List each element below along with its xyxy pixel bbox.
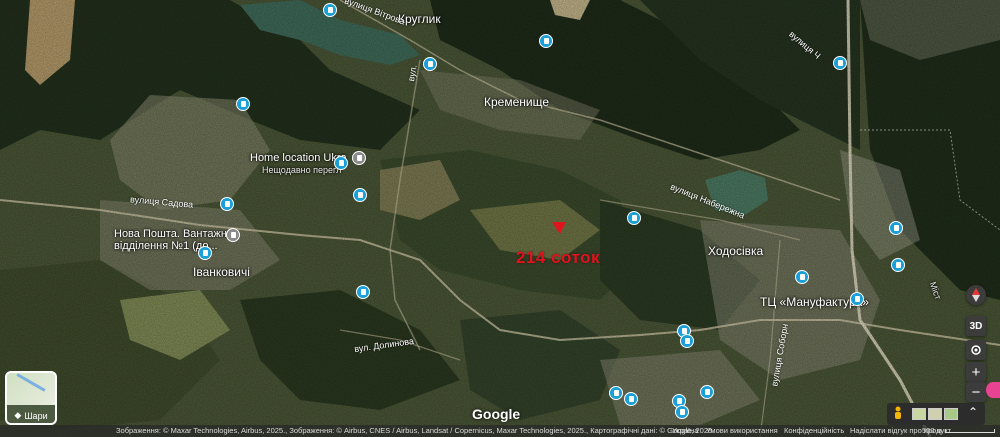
place-label-home-location[interactable]: Home location Ukra (250, 152, 347, 164)
compass-icon[interactable] (966, 285, 986, 305)
pegman-icon[interactable] (893, 406, 903, 422)
map-pin[interactable] (627, 211, 641, 225)
map-pin[interactable] (323, 3, 337, 17)
layers-icon: ◆ (14, 410, 22, 420)
expand-chevron-icon[interactable]: ⌃ (968, 405, 978, 419)
map-pin[interactable] (539, 34, 553, 48)
place-label-ivankovychi[interactable]: Іванковичі (193, 266, 250, 278)
place-label-kremenyshche[interactable]: Кременище (484, 96, 549, 108)
home-location-pin[interactable] (352, 151, 366, 165)
place-label-nova-poshta-1[interactable]: Нова Пошта. Вантажне (114, 228, 233, 240)
map-pin[interactable] (700, 385, 714, 399)
imagery-thumb-2[interactable] (928, 408, 942, 420)
plot-area-label: 214 соток (516, 248, 600, 267)
attribution-text: Зображення: © Maxar Technologies, Airbus… (116, 426, 715, 435)
map-pin[interactable] (675, 405, 689, 419)
map-pin[interactable] (609, 386, 623, 400)
map-pin[interactable] (356, 285, 370, 299)
map-pin[interactable] (891, 258, 905, 272)
imagery-thumb-3[interactable] (944, 408, 958, 420)
zoom-in-button[interactable]: + (966, 362, 986, 382)
map-pin[interactable] (423, 57, 437, 71)
layers-thumbnail (7, 373, 55, 407)
map-pin[interactable] (795, 270, 809, 284)
map-pin[interactable] (624, 392, 638, 406)
place-sublabel-recently-viewed: Нещодавно перегл (262, 165, 342, 175)
map-pin[interactable] (353, 188, 367, 202)
side-panel-tab[interactable] (986, 382, 1000, 398)
locate-icon[interactable] (966, 340, 986, 360)
map-pin[interactable] (236, 97, 250, 111)
map-pin[interactable] (889, 221, 903, 235)
place-label-khodosivka[interactable]: Ходосівка (708, 245, 763, 257)
scale-label[interactable]: 500 м (922, 425, 942, 437)
imagery-thumb-1[interactable] (912, 408, 926, 420)
layers-label: Шари (24, 410, 48, 421)
map-pin[interactable] (833, 56, 847, 70)
attribution-bar: Зображення: © Maxar Technologies, Airbus… (0, 425, 1000, 437)
map-pin[interactable] (334, 156, 348, 170)
satellite-map[interactable] (0, 0, 1000, 437)
scale-bar (945, 429, 995, 433)
google-logo: Google (472, 406, 521, 422)
map-pin[interactable] (220, 197, 234, 211)
shop-pin[interactable] (850, 292, 864, 306)
map-pin[interactable] (680, 334, 694, 348)
footer-link-terms[interactable]: Умови використання (706, 425, 778, 437)
map-pin[interactable] (198, 246, 212, 260)
layers-button[interactable]: ◆ Шари (5, 371, 57, 425)
zoom-out-button[interactable]: − (966, 382, 986, 402)
footer-link-country[interactable]: Україна (672, 425, 698, 437)
nova-poshta-pin[interactable] (226, 228, 240, 242)
tilt-3d-button[interactable]: 3D (966, 316, 986, 336)
footer-link-privacy[interactable]: Конфіденційність (784, 425, 844, 437)
